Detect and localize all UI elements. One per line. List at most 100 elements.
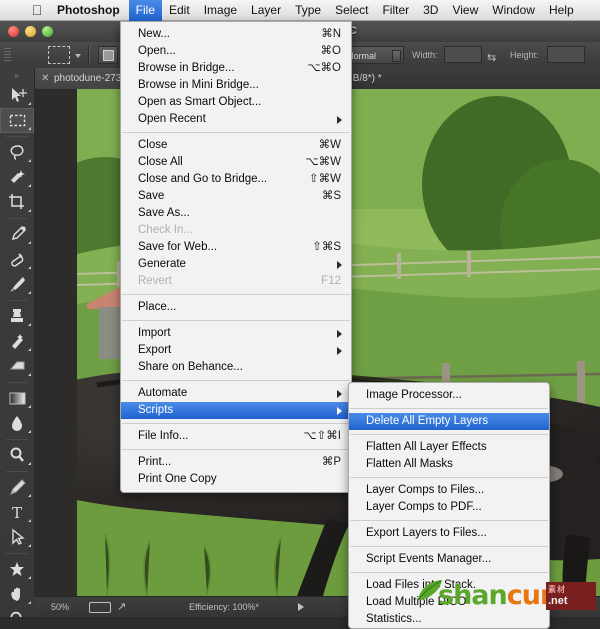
menu-item-image-processor[interactable]: Image Processor... — [349, 387, 549, 404]
menu-item-place[interactable]: Place... — [121, 299, 351, 316]
menubar-item-photoshop[interactable]: Photoshop — [48, 0, 129, 21]
menu-item-check-in[interactable]: Check In... — [121, 222, 351, 239]
menubar-item-layer[interactable]: Layer — [244, 0, 288, 21]
menu-item-open-recent[interactable]: Open Recent — [121, 111, 351, 128]
menubar-item-filter[interactable]: Filter — [375, 0, 416, 21]
menubar-item-select[interactable]: Select — [328, 0, 375, 21]
close-icon[interactable]: ✕ — [41, 68, 49, 89]
menu-item-print[interactable]: Print... ⌘P — [121, 454, 351, 471]
blur-tool[interactable] — [0, 411, 34, 436]
menu-item-generate[interactable]: Generate — [121, 256, 351, 273]
menu-separator — [122, 132, 350, 133]
menu-item-close-all[interactable]: Close All ⌥⌘W — [121, 154, 351, 171]
menu-item-new[interactable]: New... ⌘N — [121, 26, 351, 43]
menu-item-file-info[interactable]: File Info... ⌥⇧⌘I — [121, 428, 351, 445]
apple-logo-icon[interactable]:  — [26, 3, 48, 17]
pen-tool[interactable] — [0, 475, 34, 500]
menubar-item-help[interactable]: Help — [542, 0, 581, 21]
menu-item-scripts[interactable]: Scripts — [121, 402, 351, 419]
menu-item-label: Save for Web... — [138, 241, 218, 253]
tool-more-indicator — [28, 494, 31, 497]
width-input[interactable] — [444, 46, 482, 63]
menu-item-shortcut: ⌘W — [318, 139, 341, 151]
document-tab[interactable]: ✕ photodune-273 — [34, 68, 131, 89]
menu-item-label: Share on Behance... — [138, 361, 243, 373]
menu-item-import[interactable]: Import — [121, 325, 351, 342]
history-brush-tool[interactable] — [0, 329, 34, 354]
type-tool[interactable]: T — [0, 500, 34, 525]
menu-item-label: Export — [138, 344, 172, 356]
share-icon[interactable]: ↗ — [117, 601, 126, 614]
menubar-item-type[interactable]: Type — [288, 0, 328, 21]
menubar-item-edit[interactable]: Edit — [162, 0, 197, 21]
menu-item-label: Save — [138, 190, 165, 202]
menu-item-browse-in-mini-bridge[interactable]: Browse in Mini Bridge... — [121, 77, 351, 94]
quick-selection-tool[interactable] — [0, 165, 34, 190]
play-arrow-icon[interactable] — [298, 603, 304, 611]
submenu-arrow-icon — [337, 261, 342, 269]
dodge-tool-icon — [10, 447, 24, 462]
menu-item-load-multiple-dico[interactable]: Load Multiple DICO — [349, 594, 549, 611]
brush-tool-icon — [9, 277, 25, 292]
brush-tool[interactable] — [0, 272, 34, 297]
menu-item-delete-all-empty-layers[interactable]: Delete All Empty Layers — [349, 413, 549, 430]
lasso-tool[interactable] — [0, 140, 34, 165]
menu-item-layer-comps-to-pdf[interactable]: Layer Comps to PDF... — [349, 499, 549, 516]
file-menu-dropdown[interactable]: New... ⌘N Open... ⌘O Browse in Bridge... ⌥⌘O B… — [120, 21, 352, 493]
menubar-item-3d[interactable]: 3D — [416, 0, 445, 21]
chevron-down-icon[interactable] — [75, 54, 81, 58]
menu-item-open-as-smart-object[interactable]: Open as Smart Object... — [121, 94, 351, 111]
menu-item-label: Open as Smart Object... — [138, 96, 262, 108]
menu-item-flatten-all-masks[interactable]: Flatten All Masks — [349, 456, 549, 473]
menu-item-layer-comps-to-files[interactable]: Layer Comps to Files... — [349, 482, 549, 499]
menu-item-close-and-go-to-bridge[interactable]: Close and Go to Bridge... ⇧⌘W — [121, 171, 351, 188]
eyedropper-tool[interactable] — [0, 222, 34, 247]
menu-item-save-for-web[interactable]: Save for Web... ⇧⌘S — [121, 239, 351, 256]
dodge-tool[interactable] — [0, 443, 34, 468]
path-selection-tool[interactable] — [0, 525, 34, 550]
document-icon[interactable] — [89, 602, 111, 613]
menu-item-automate[interactable]: Automate — [121, 385, 351, 402]
menu-item-script-events-manager[interactable]: Script Events Manager... — [349, 551, 549, 568]
zoom-level[interactable]: 50% — [51, 597, 69, 617]
active-tool-icon[interactable] — [48, 46, 70, 64]
menu-separator — [122, 294, 350, 295]
menu-item-close[interactable]: Close ⌘W — [121, 137, 351, 154]
gradient-tool[interactable] — [0, 386, 34, 411]
rectangular-marquee-tool[interactable] — [0, 108, 34, 133]
new-selection-button[interactable] — [98, 46, 118, 64]
menubar-item-window[interactable]: Window — [485, 0, 542, 21]
custom-shape-tool[interactable] — [0, 557, 34, 582]
scripts-submenu[interactable]: Image Processor... Delete All Empty Layer… — [348, 382, 550, 629]
menu-item-save-as[interactable]: Save As... — [121, 205, 351, 222]
menu-item-revert[interactable]: Revert F12 — [121, 273, 351, 290]
menu-item-statistics[interactable]: Statistics... — [349, 611, 549, 628]
menubar-item-view[interactable]: View — [445, 0, 485, 21]
options-bar-grip[interactable] — [4, 48, 11, 62]
menubar-item-file[interactable]: File — [128, 0, 162, 21]
menubar-item-image[interactable]: Image — [197, 0, 244, 21]
menu-item-browse-in-bridge[interactable]: Browse in Bridge... ⌥⌘O — [121, 60, 351, 77]
move-tool[interactable] — [0, 83, 34, 108]
spot-healing-brush-tool[interactable] — [0, 247, 34, 272]
menu-item-flatten-all-layer-effects[interactable]: Flatten All Layer Effects — [349, 439, 549, 456]
menu-item-share-on-behance[interactable]: Share on Behance... — [121, 359, 351, 376]
swap-arrows-icon[interactable]: ⇆ — [487, 51, 496, 64]
crop-tool[interactable] — [0, 190, 34, 215]
menu-item-open[interactable]: Open... ⌘O — [121, 43, 351, 60]
menu-item-save[interactable]: Save ⌘S — [121, 188, 351, 205]
eraser-tool[interactable] — [0, 354, 34, 379]
height-input[interactable] — [547, 46, 585, 63]
zoom-tool[interactable] — [0, 607, 34, 617]
tool-more-indicator — [28, 159, 31, 162]
menu-item-print-one-copy[interactable]: Print One Copy — [121, 471, 351, 488]
hand-tool[interactable] — [0, 582, 34, 607]
tool-more-indicator — [28, 519, 31, 522]
menu-item-export-layers-to-files[interactable]: Export Layers to Files... — [349, 525, 549, 542]
menu-item-load-files-into-stack[interactable]: Load Files into Stack. — [349, 577, 549, 594]
clone-stamp-tool[interactable] — [0, 304, 34, 329]
menu-separator — [350, 572, 548, 573]
tools-palette-grip[interactable]: » — [0, 68, 34, 83]
menu-item-export[interactable]: Export — [121, 342, 351, 359]
menu-item-label: Close All — [138, 156, 183, 168]
